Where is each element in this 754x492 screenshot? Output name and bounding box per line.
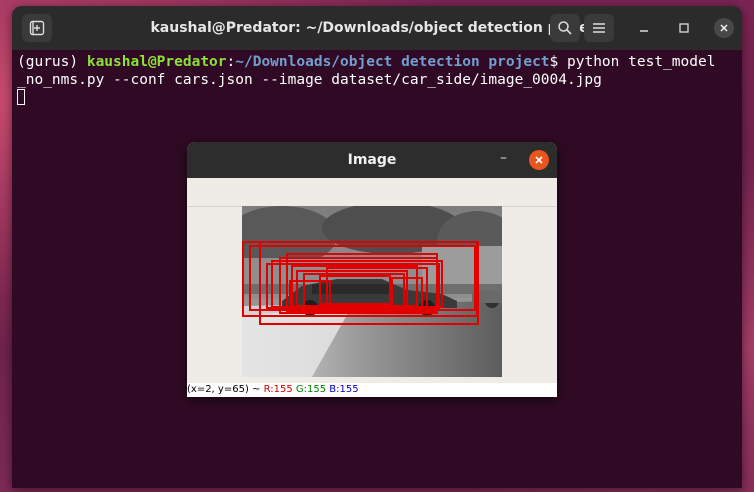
new-tab-button[interactable]: [22, 14, 52, 42]
terminal-cursor: [17, 89, 25, 105]
command-text-line2: _no_nms.py --conf cars.json --image data…: [17, 72, 602, 88]
status-red: R:155: [263, 384, 293, 395]
prompt-user: kaushal@Predator: [86, 54, 227, 70]
detection-image[interactable]: [242, 206, 502, 377]
status-green: G:155: [295, 384, 327, 395]
status-blue: B:155: [329, 384, 359, 395]
minimize-button[interactable]: [634, 18, 654, 38]
search-icon: [558, 21, 572, 35]
menu-button[interactable]: [584, 14, 614, 42]
terminal-titlebar[interactable]: kaushal@Predator: ~/Downloads/object det…: [12, 6, 742, 50]
image-window-toolbar: [187, 178, 557, 207]
image-window-title: Image: [347, 152, 397, 168]
close-icon: [535, 156, 543, 164]
image-window[interactable]: Image – (x=2, y=65) ~ R:155 G:155 B:155: [187, 142, 557, 397]
command-text-line1: python test_model: [567, 54, 716, 70]
prompt-env: (gurus): [17, 54, 87, 70]
terminal-title: kaushal@Predator: ~/Downloads/object det…: [150, 20, 604, 36]
image-window-minimize-button[interactable]: –: [500, 150, 507, 166]
prompt-path: ~/Downloads/object detection project: [235, 54, 550, 70]
hamburger-menu-icon: [593, 23, 605, 33]
prompt-dollar: $: [549, 54, 568, 70]
search-button[interactable]: [550, 14, 580, 42]
image-window-titlebar[interactable]: Image –: [187, 142, 557, 178]
image-window-close-button[interactable]: [529, 150, 549, 170]
prompt-separator: :: [226, 54, 236, 70]
status-coords: (x=2, y=65) ~: [187, 384, 264, 395]
terminal-output[interactable]: (gurus) kaushal@Predator:~/Downloads/obj…: [12, 50, 742, 107]
close-button[interactable]: [714, 18, 734, 38]
image-window-statusbar: (x=2, y=65) ~ R:155 G:155 B:155: [187, 383, 557, 397]
maximize-icon: [679, 23, 689, 33]
close-icon: [720, 24, 728, 32]
maximize-button[interactable]: [674, 18, 694, 38]
minimize-icon: [640, 30, 648, 32]
new-tab-icon: [29, 20, 45, 36]
